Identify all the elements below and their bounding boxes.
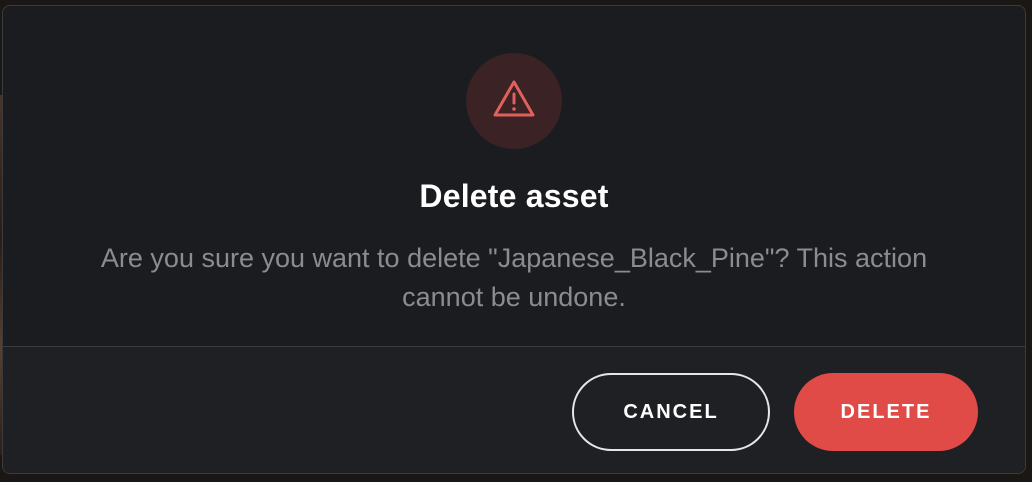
warning-triangle-icon — [491, 78, 537, 125]
cancel-button[interactable]: CANCEL — [572, 373, 770, 451]
dialog-body: Delete asset Are you sure you want to de… — [3, 6, 1025, 346]
dialog-footer: CANCEL DELETE — [3, 347, 1025, 473]
warning-icon-badge — [466, 53, 562, 149]
dialog-title: Delete asset — [419, 178, 609, 214]
delete-asset-dialog: Delete asset Are you sure you want to de… — [2, 5, 1026, 474]
dialog-message: Are you sure you want to delete "Japanes… — [100, 243, 928, 312]
delete-button[interactable]: DELETE — [794, 373, 978, 451]
